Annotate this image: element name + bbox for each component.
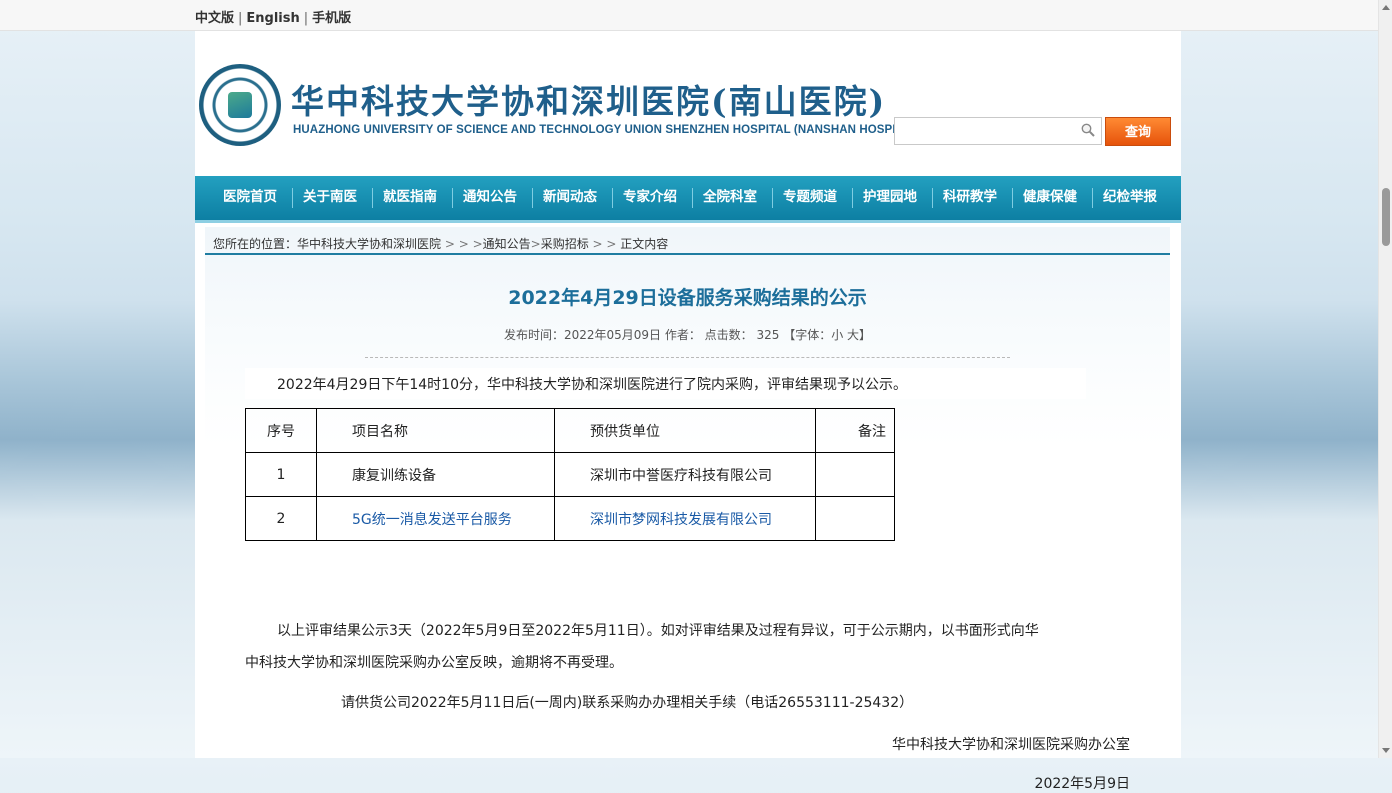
meta-divider <box>365 357 1010 358</box>
search-input[interactable] <box>895 118 1081 144</box>
table-row: 1 康复训练设备 深圳市中誉医疗科技有限公司 <box>245 452 895 497</box>
nav-nursing[interactable]: 护理园地 <box>845 176 935 220</box>
table-cell: 深圳市中誉医疗科技有限公司 <box>554 452 816 497</box>
top-bar: 中文版 | English | 手机版 <box>0 0 1378 31</box>
objection-line-1: 以上评审结果公示3天（2022年5月9日至2022年5月11日）。如对评审结果及… <box>277 623 1039 639</box>
table-cell: 康复训练设备 <box>316 452 555 497</box>
language-links: 中文版 | English | 手机版 <box>195 7 351 26</box>
separator: | <box>303 11 309 26</box>
header-cell: 项目名称 <box>316 408 555 453</box>
intro-paragraph-box: 2022年4月29日下午14时10分，华中科技大学协和深圳医院进行了院内采购，评… <box>245 368 1086 399</box>
results-table: 序号 项目名称 预供货单位 备注 1 康复训练设备 深圳市中誉医疗科技有限公司 … <box>245 408 895 541</box>
hospital-name-en: HUAZHONG UNIVERSITY OF SCIENCE AND TECHN… <box>293 124 922 136</box>
breadcrumb-prefix: 您所在的位置： <box>213 237 298 251</box>
scroll-down-icon[interactable] <box>1382 748 1390 753</box>
nav-experts[interactable]: 专家介绍 <box>605 176 695 220</box>
nav-home[interactable]: 医院首页 <box>205 176 295 220</box>
mobile-version-link[interactable]: 手机版 <box>312 11 351 26</box>
header-cell: 序号 <box>245 408 317 453</box>
breadcrumb: 您所在的位置：华中科技大学协和深圳医院 > > >通知公告>采购招标 > > 正… <box>213 235 668 252</box>
search-button[interactable]: 查询 <box>1105 117 1171 146</box>
table-cell <box>815 496 895 541</box>
main-nav: 医院首页 关于南医 就医指南 通知公告 新闻动态 专家介绍 全院科室 专题频道 … <box>195 176 1181 223</box>
contact-paragraph: 请供货公司2022年5月11日后(一周内)联系采购办办理相关手续（电话26553… <box>341 695 914 711</box>
objection-line-2: 中科技大学协和深圳医院采购办公室反映，逾期将不再受理。 <box>245 655 623 671</box>
table-cell-link[interactable]: 5G统一消息发送平台服务 <box>316 496 555 541</box>
header-cell: 预供货单位 <box>554 408 816 453</box>
breadcrumb-divider <box>205 253 1170 255</box>
nav-about[interactable]: 关于南医 <box>285 176 375 220</box>
logo-emblem <box>228 92 252 118</box>
breadcrumb-separator: > <box>530 237 541 251</box>
sign-date: 2022年5月9日 <box>1034 776 1130 792</box>
hospital-logo[interactable] <box>199 64 281 146</box>
header-cell: 备注 <box>815 408 895 453</box>
scroll-thumb[interactable] <box>1382 188 1390 246</box>
breadcrumb-current: 正文内容 <box>620 237 669 251</box>
breadcrumb-separator: > > > <box>441 237 483 251</box>
nav-news[interactable]: 新闻动态 <box>525 176 615 220</box>
nav-research[interactable]: 科研教学 <box>925 176 1015 220</box>
breadcrumb-separator: > > <box>588 237 621 251</box>
breadcrumb-notices[interactable]: 通知公告 <box>483 237 531 251</box>
nav-guide[interactable]: 就医指南 <box>365 176 455 220</box>
nav-discipline[interactable]: 纪检举报 <box>1085 176 1175 220</box>
signature: 华中科技大学协和深圳医院采购办公室 <box>892 737 1130 753</box>
chinese-version-link[interactable]: 中文版 <box>195 11 234 26</box>
page-container: 华中科技大学协和深圳医院(南山医院) HUAZHONG UNIVERSITY O… <box>195 31 1181 792</box>
article-title: 2022年4月29日设备服务采购结果的公示 <box>508 287 867 309</box>
table-row: 2 5G统一消息发送平台服务 深圳市梦网科技发展有限公司 <box>245 496 895 541</box>
english-version-link[interactable]: English <box>246 11 299 26</box>
table-cell <box>815 452 895 497</box>
table-cell: 1 <box>245 452 317 497</box>
nav-notices[interactable]: 通知公告 <box>445 176 535 220</box>
breadcrumb-procurement[interactable]: 采购招标 <box>541 237 589 251</box>
nav-departments[interactable]: 全院科室 <box>685 176 775 220</box>
article-panel: 您所在的位置：华中科技大学协和深圳医院 > > >通知公告>采购招标 > > 正… <box>205 227 1170 792</box>
article-meta: 发布时间：2022年05月09日 作者： 点击数： 325 【字体：小 大】 <box>503 328 872 342</box>
objection-paragraph: 以上评审结果公示3天（2022年5月9日至2022年5月11日）。如对评审结果及… <box>245 615 1135 679</box>
intro-paragraph: 2022年4月29日下午14时10分，华中科技大学协和深圳医院进行了院内采购，评… <box>277 377 907 393</box>
table-header-row: 序号 项目名称 预供货单位 备注 <box>245 408 895 453</box>
search-icon[interactable] <box>1081 123 1095 137</box>
table-cell-link[interactable]: 深圳市梦网科技发展有限公司 <box>554 496 816 541</box>
scroll-up-icon[interactable] <box>1382 5 1390 10</box>
table-cell: 2 <box>245 496 317 541</box>
hospital-name-cn: 华中科技大学协和深圳医院(南山医院) <box>291 82 887 121</box>
search-box <box>894 117 1102 145</box>
scrollbar[interactable] <box>1378 0 1392 758</box>
separator: | <box>238 11 243 26</box>
breadcrumb-home[interactable]: 华中科技大学协和深圳医院 <box>297 237 441 251</box>
nav-health[interactable]: 健康保健 <box>1005 176 1095 220</box>
nav-topics[interactable]: 专题频道 <box>765 176 855 220</box>
